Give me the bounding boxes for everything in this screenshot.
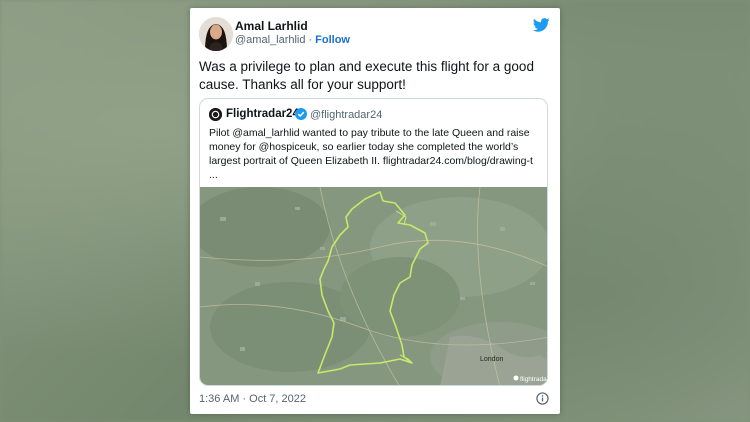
quote-author-handle[interactable]: @flightradar24: [310, 109, 382, 121]
tweet-timestamp[interactable]: 1:36 AM · Oct 7, 2022: [199, 393, 306, 405]
embedded-tweet-card[interactable]: Amal Larhlid @amal_larhlid · Follow Was a …: [190, 8, 560, 414]
verified-badge-icon: [295, 108, 307, 120]
quoted-tweet[interactable]: Flightradar24 @flightradar24 Pilot @amal…: [199, 98, 548, 386]
map-city-label: London: [480, 356, 503, 363]
info-icon[interactable]: [536, 392, 549, 405]
author-handle[interactable]: @amal_larhlid: [235, 34, 305, 46]
map-watermark: flightradar24: [520, 376, 548, 383]
follow-button[interactable]: Follow: [315, 34, 350, 46]
author-name[interactable]: Amal Larhlid: [235, 19, 308, 33]
quote-text: Pilot @amal_larhlid wanted to pay tribut…: [209, 127, 533, 181]
separator-dot: ·: [308, 34, 313, 46]
author-meta: @amal_larhlid · Follow: [235, 34, 350, 46]
author-avatar[interactable]: [199, 17, 233, 51]
quote-avatar[interactable]: [209, 108, 222, 121]
flight-map-image[interactable]: London flightradar24: [200, 187, 548, 386]
quote-author-name[interactable]: Flightradar24: [226, 108, 299, 120]
twitter-bird-icon[interactable]: [533, 18, 550, 32]
tweet-text: Was a privilege to plan and execute this…: [199, 59, 534, 92]
